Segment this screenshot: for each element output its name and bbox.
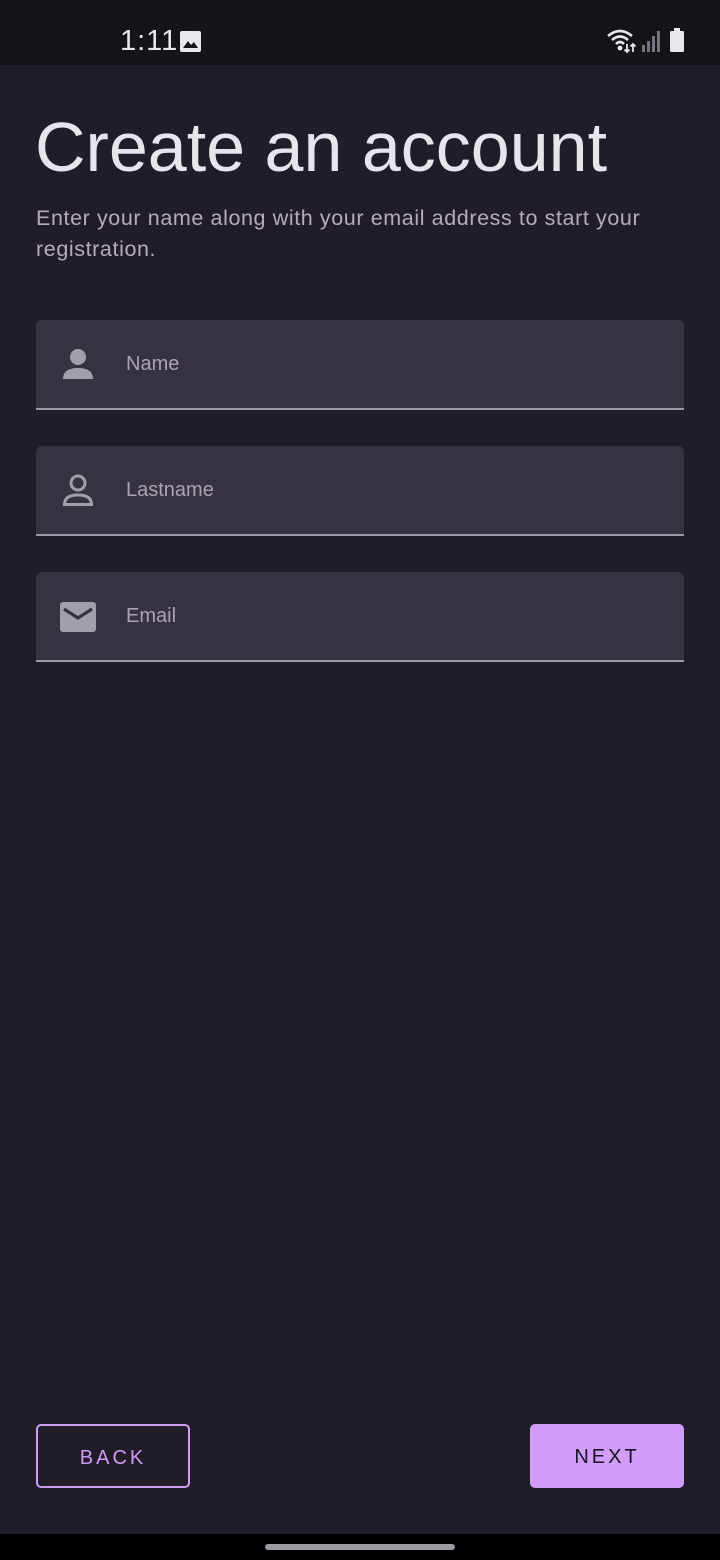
person-filled-icon <box>63 349 93 379</box>
navigation-bar <box>0 1534 720 1560</box>
lastname-input[interactable] <box>126 446 666 534</box>
next-button[interactable]: NEXT <box>530 1424 684 1488</box>
home-handle[interactable] <box>265 1544 455 1550</box>
status-bar: 1:11 <box>0 0 720 65</box>
name-field[interactable] <box>36 320 684 410</box>
battery-icon <box>670 28 684 52</box>
registration-screen: 1:11 Create an account Enter your name a… <box>0 0 720 1560</box>
back-button[interactable]: BACK <box>36 1424 190 1488</box>
email-field[interactable] <box>36 572 684 662</box>
wifi-icon <box>607 29 637 54</box>
person-outline-icon <box>62 474 94 506</box>
page-title: Create an account <box>35 108 608 186</box>
name-input[interactable] <box>126 320 666 408</box>
email-input[interactable] <box>126 572 666 660</box>
mail-icon <box>60 602 96 632</box>
lastname-field[interactable] <box>36 446 684 536</box>
gallery-icon <box>180 31 201 52</box>
page-subtitle: Enter your name along with your email ad… <box>36 206 641 261</box>
status-time: 1:11 <box>120 25 179 57</box>
signal-icon <box>642 31 660 52</box>
